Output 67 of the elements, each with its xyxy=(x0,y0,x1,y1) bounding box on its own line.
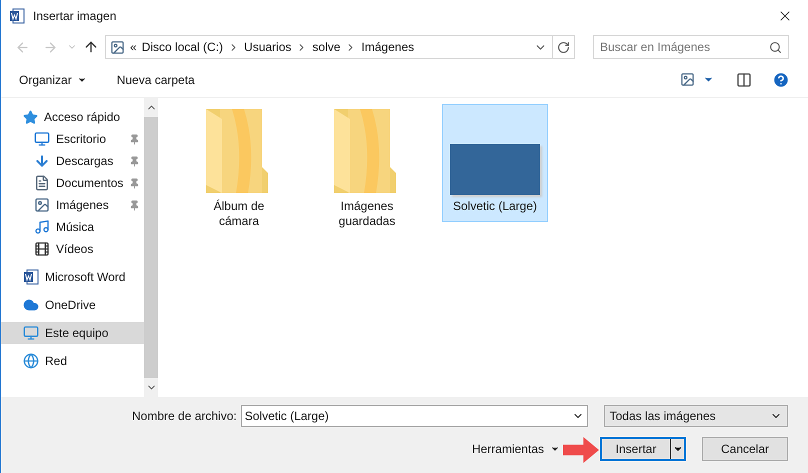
file-item[interactable]: Imágenes guardadas xyxy=(314,104,420,234)
caret-icon xyxy=(672,444,682,454)
document-icon xyxy=(34,175,50,191)
sidebar-item[interactable]: Acceso rápido xyxy=(1,106,144,128)
sidebar-label: Microsoft Word xyxy=(45,269,126,286)
search-icon xyxy=(769,40,782,54)
sidebar-label: Red xyxy=(45,353,68,370)
file-item[interactable]: Álbum de cámara xyxy=(186,104,292,234)
pointer-arrow xyxy=(563,437,599,463)
overflow-chevrons[interactable]: « xyxy=(130,38,137,56)
star-icon xyxy=(23,110,38,124)
sidebar-item[interactable]: Microsoft Word xyxy=(1,266,144,288)
file-type-dropdown[interactable]: Todas las imágenes xyxy=(604,405,788,427)
address-bar[interactable]: « Disco local (C:) Usuarios solve Imágenes xyxy=(105,35,575,59)
file-name: Imágenes guardadas xyxy=(338,199,396,229)
sidebar-item[interactable]: OneDrive xyxy=(1,294,144,316)
file-name: Álbum de cámara xyxy=(212,199,266,229)
cancel-button[interactable]: Cancelar xyxy=(702,437,788,461)
refresh-icon[interactable] xyxy=(557,40,570,54)
sidebar-item[interactable]: Descargas xyxy=(1,150,144,172)
sidebar-label: Este equipo xyxy=(45,325,110,342)
sidebar-label: Acceso rápido xyxy=(44,109,122,126)
new-folder-button[interactable]: Nueva carpeta xyxy=(116,70,195,88)
scrollbar[interactable] xyxy=(144,98,158,397)
file-item[interactable]: Solvetic (Large) xyxy=(442,104,548,222)
breadcrumb-item[interactable]: solve xyxy=(312,38,340,56)
filename-label: Nombre de archivo: xyxy=(132,408,237,425)
film-icon xyxy=(34,241,50,257)
file-name: Solvetic (Large) xyxy=(452,199,538,214)
computer-icon xyxy=(23,325,39,341)
organize-button[interactable]: Organizar xyxy=(19,70,87,88)
globe-icon xyxy=(23,353,39,369)
preview-pane-icon[interactable] xyxy=(736,72,752,88)
sidebar-item[interactable]: Documentos xyxy=(1,172,144,194)
sidebar-item[interactable]: Red xyxy=(1,350,144,372)
sidebar-label: Música xyxy=(56,219,96,236)
filename-input[interactable]: Solvetic (Large) xyxy=(244,407,572,425)
sidebar-item[interactable]: Vídeos xyxy=(1,238,144,260)
sidebar-label: OneDrive xyxy=(45,297,97,314)
window-title: Insertar imagen xyxy=(33,8,116,25)
sidebar-item[interactable]: Música xyxy=(1,216,144,238)
breadcrumb-item[interactable]: Imágenes xyxy=(361,38,414,56)
help-icon[interactable] xyxy=(772,70,790,88)
sidebar-item[interactable]: Escritorio xyxy=(1,128,144,150)
forward-arrow-icon xyxy=(42,40,58,54)
sidebar-item[interactable]: Imágenes xyxy=(1,194,144,216)
music-note-icon xyxy=(34,219,50,235)
document-w-icon xyxy=(23,269,39,285)
search-field[interactable]: Buscar en Imágenes xyxy=(593,35,789,59)
sidebar-label: Escritorio xyxy=(56,131,108,148)
cloud-icon xyxy=(23,297,39,313)
picture-icon xyxy=(110,40,125,54)
sidebar-item[interactable]: Este equipo xyxy=(1,322,144,344)
filename-field[interactable]: Solvetic (Large) xyxy=(240,405,588,427)
tools-button[interactable]: Herramientas xyxy=(472,440,560,458)
sidebar-label: Documentos xyxy=(56,175,124,192)
sidebar-label: Vídeos xyxy=(56,241,94,258)
sidebar-label: Imágenes xyxy=(56,197,110,214)
document-w-icon xyxy=(9,8,25,24)
sidebar-label: Descargas xyxy=(56,153,114,170)
search-input[interactable]: Buscar en Imágenes xyxy=(600,38,769,56)
breadcrumb-item[interactable]: Usuarios xyxy=(244,38,292,56)
picture-icon xyxy=(34,197,50,213)
desktop-icon xyxy=(34,131,50,147)
insert-button[interactable]: Insertar xyxy=(600,437,686,461)
breadcrumb-item[interactable]: Disco local (C:) xyxy=(142,38,224,56)
view-icon[interactable] xyxy=(680,72,695,87)
